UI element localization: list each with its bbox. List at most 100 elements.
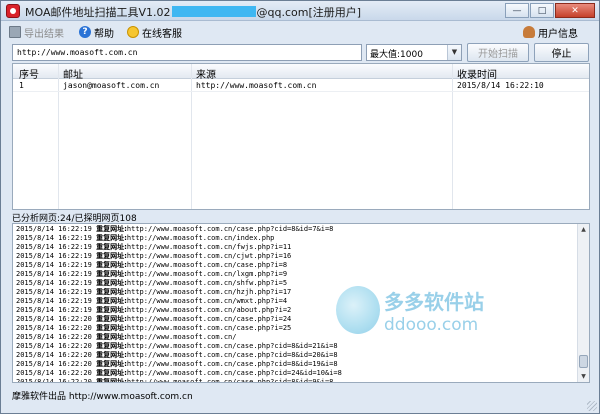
log-time: 2015/8/14 16:22:20	[16, 315, 92, 323]
export-label: 导出结果	[24, 28, 64, 40]
minimize-button[interactable]: —	[505, 3, 529, 18]
log-url: http://www.moasoft.com.cn/index.php	[126, 234, 275, 242]
watermark-title: 多多软件站	[384, 290, 484, 314]
log-time: 2015/8/14 16:22:20	[16, 369, 92, 377]
max-count-value: 最大值:1000	[370, 50, 423, 60]
watermark-logo-icon	[336, 286, 380, 334]
column-header-index[interactable]: 序号	[19, 66, 39, 81]
log-label: 重复网址:	[96, 315, 127, 323]
log-time: 2015/8/14 16:22:20	[16, 333, 92, 341]
user-info-button[interactable]: 用户信息	[523, 24, 578, 40]
log-label: 重复网址:	[96, 306, 127, 314]
log-line: 2015/8/14 16:22:19 重复网址:http://www.moaso…	[16, 243, 576, 252]
log-panel[interactable]: 2015/8/14 16:22:19 重复网址:http://www.moaso…	[12, 223, 590, 383]
log-url: http://www.moasoft.com.cn/hzjh.php?i=17	[126, 288, 292, 296]
log-line: 2015/8/14 16:22:20 重复网址:http://www.moaso…	[16, 360, 576, 369]
toolbar: 导出结果 ? 帮助 在线客服 用户信息	[1, 22, 599, 42]
log-label: 重复网址:	[96, 360, 127, 368]
log-line: 2015/8/14 16:22:19 重复网址:http://www.moaso…	[16, 270, 576, 279]
log-time: 2015/8/14 16:22:19	[16, 279, 92, 287]
log-time: 2015/8/14 16:22:19	[16, 225, 92, 233]
log-label: 重复网址:	[96, 351, 127, 359]
user-icon	[523, 26, 535, 38]
app-window: MOA邮件地址扫描工具V1.02 @qq.com[注册用户] — □ ✕ 导出结果…	[0, 0, 600, 414]
log-line: 2015/8/14 16:22:20 重复网址:http://www.moaso…	[16, 324, 576, 333]
chevron-down-icon[interactable]: ▼	[447, 45, 461, 60]
export-button[interactable]: 导出结果	[9, 24, 64, 40]
title-prefix: MOA邮件地址扫描工具V1.02	[25, 6, 171, 19]
help-label: 帮助	[94, 28, 114, 40]
log-label: 重复网址:	[96, 324, 127, 332]
watermark: 多多软件站 ddooo.com	[336, 284, 486, 344]
log-lines: 2015/8/14 16:22:19 重复网址:http://www.moaso…	[16, 225, 576, 383]
log-url: http://www.moasoft.com.cn/cjwt.php?i=16	[126, 252, 292, 260]
log-url: http://www.moasoft.com.cn/fwjs.php?i=11	[126, 243, 292, 251]
scroll-thumb[interactable]	[579, 355, 588, 368]
url-input[interactable]: http://www.moasoft.com.cn	[12, 44, 362, 61]
scroll-up-arrow-icon[interactable]: ▲	[578, 224, 589, 235]
table-header: 序号 邮址 来源 收录时间	[13, 64, 589, 81]
title-suffix: @qq.com[注册用户]	[256, 6, 362, 19]
log-time: 2015/8/14 16:22:19	[16, 234, 92, 242]
log-line: 2015/8/14 16:22:20 重复网址:http://www.moaso…	[16, 342, 576, 351]
log-label: 重复网址:	[96, 342, 127, 350]
scroll-down-arrow-icon[interactable]: ▼	[578, 371, 589, 382]
log-url: http://www.moasoft.com.cn/shfw.php?i=5	[126, 279, 288, 287]
redacted-email-mask	[171, 6, 256, 17]
export-icon	[9, 26, 21, 38]
stop-button[interactable]: 停止	[534, 43, 589, 62]
column-header-time[interactable]: 收录时间	[457, 66, 497, 81]
log-url: http://www.moasoft.com.cn/case.php?cid=8…	[126, 342, 338, 350]
cell-time: 2015/8/14 16:22:10	[457, 81, 544, 90]
resize-grip-icon[interactable]	[587, 401, 597, 411]
log-time: 2015/8/14 16:22:19	[16, 252, 92, 260]
smile-icon	[127, 26, 139, 38]
log-label: 重复网址:	[96, 288, 127, 296]
log-url: http://www.moasoft.com.cn/	[126, 333, 237, 341]
log-label: 重复网址:	[96, 378, 127, 383]
log-label: 重复网址:	[96, 369, 127, 377]
log-url: http://www.moasoft.com.cn/case.php?cid=2…	[126, 369, 342, 377]
log-label: 重复网址:	[96, 252, 127, 260]
log-url: http://www.moasoft.com.cn/case.php?i=25	[126, 324, 292, 332]
cell-index: 1	[19, 81, 24, 90]
help-button[interactable]: ? 帮助	[79, 24, 114, 40]
log-url: http://www.moasoft.com.cn/lxgm.php?i=9	[126, 270, 288, 278]
user-info-label: 用户信息	[538, 28, 578, 40]
log-line: 2015/8/14 16:22:20 重复网址:http://www.moaso…	[16, 378, 576, 383]
log-time: 2015/8/14 16:22:19	[16, 297, 92, 305]
start-scan-button[interactable]: 开始扫描	[467, 43, 529, 62]
log-label: 重复网址:	[96, 234, 127, 242]
app-icon	[6, 4, 20, 18]
watermark-subtitle: ddooo.com	[384, 315, 479, 335]
log-line: 2015/8/14 16:22:19 重复网址:http://www.moaso…	[16, 288, 576, 297]
log-time: 2015/8/14 16:22:19	[16, 306, 92, 314]
help-icon: ?	[79, 26, 91, 38]
close-button[interactable]: ✕	[555, 3, 595, 18]
log-time: 2015/8/14 16:22:20	[16, 351, 92, 359]
column-header-source[interactable]: 来源	[196, 66, 216, 81]
footer-credit: 摩雅软件出品 http://www.moasoft.com.cn	[12, 392, 193, 402]
max-count-select[interactable]: 最大值:1000 ▼	[366, 44, 462, 61]
column-header-email[interactable]: 邮址	[63, 66, 83, 81]
online-support-button[interactable]: 在线客服	[127, 24, 182, 40]
log-label: 重复网址:	[96, 279, 127, 287]
title-bar[interactable]: MOA邮件地址扫描工具V1.02 @qq.com[注册用户] — □ ✕	[1, 1, 599, 21]
log-label: 重复网址:	[96, 333, 127, 341]
log-time: 2015/8/14 16:22:19	[16, 243, 92, 251]
log-label: 重复网址:	[96, 243, 127, 251]
maximize-button[interactable]: □	[530, 3, 554, 18]
log-url: http://www.moasoft.com.cn/case.php?cid=8…	[126, 360, 338, 368]
log-time: 2015/8/14 16:22:20	[16, 342, 92, 350]
log-scrollbar[interactable]: ▲ ▼	[577, 224, 589, 382]
log-url: http://www.moasoft.com.cn/case.php?i=24	[126, 315, 292, 323]
log-time: 2015/8/14 16:22:19	[16, 270, 92, 278]
log-label: 重复网址:	[96, 261, 127, 269]
results-table[interactable]: 序号 邮址 来源 收录时间 1 jason@moasoft.com.cn htt…	[12, 63, 590, 210]
log-time: 2015/8/14 16:22:19	[16, 288, 92, 296]
log-label: 重复网址:	[96, 225, 127, 233]
log-line: 2015/8/14 16:22:20 重复网址:http://www.moaso…	[16, 315, 576, 324]
log-time: 2015/8/14 16:22:20	[16, 360, 92, 368]
table-row[interactable]: 1 jason@moasoft.com.cn http://www.moasof…	[13, 80, 589, 92]
log-line: 2015/8/14 16:22:19 重复网址:http://www.moaso…	[16, 261, 576, 270]
